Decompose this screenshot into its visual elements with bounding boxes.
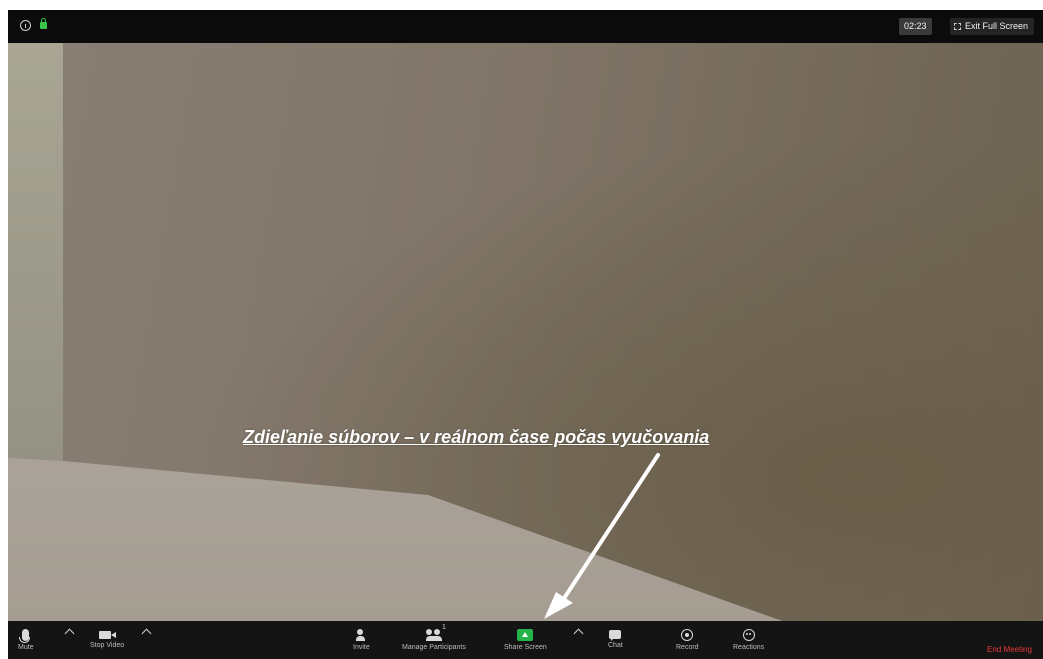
record-icon [681,629,694,641]
microphone-icon [19,629,31,643]
top-bar: 02:23 Exit Full Screen [8,10,1043,43]
end-meeting-button[interactable]: End Meeting [987,645,1032,654]
lock-icon[interactable] [40,18,47,29]
smiley-reaction-icon [742,629,755,641]
participant-count: 1 [442,624,446,631]
info-icon[interactable] [20,20,31,31]
exit-fullscreen-label: Exit Full Screen [965,21,1029,31]
stop-video-label: Stop Video [90,642,125,649]
mute-button[interactable]: Mute [18,623,34,651]
video-options-chevron-icon[interactable] [141,628,152,639]
record-label: Record [676,644,699,651]
record-button[interactable]: Record [676,623,699,651]
exit-fullscreen-button[interactable]: Exit Full Screen [950,18,1035,35]
manage-participants-button[interactable]: 1 Manage Participants [402,623,466,651]
exit-fullscreen-icon [954,23,961,30]
reactions-label: Reactions [733,644,765,651]
audio-options-chevron-icon[interactable] [64,628,75,639]
annotation-arrow [544,453,660,619]
share-screen-icon [517,629,534,641]
stop-video-button[interactable]: Stop Video [90,623,124,649]
invite-user-icon [356,629,366,641]
video-camera-icon [98,631,116,639]
video-feed: Zdieľanie súborov – v reálnom čase počas… [8,43,1043,621]
reactions-button[interactable]: Reactions [733,623,764,651]
invite-label: Invite [353,644,370,651]
meeting-toolbar: Mute Stop Video Invite 1 Manage Particip… [8,621,1043,659]
mute-label: Mute [18,644,34,651]
share-screen-button[interactable]: Share Screen [504,623,547,651]
invite-button[interactable]: Invite [353,623,370,651]
chat-button[interactable]: Chat [608,623,623,649]
chat-label: Chat [608,642,623,649]
meeting-timer: 02:23 [899,18,932,35]
share-screen-label: Share Screen [504,644,547,651]
zoom-meeting-window: 02:23 Exit Full Screen Zdieľanie súborov… [8,10,1043,659]
participants-icon [425,629,442,641]
manage-participants-label: Manage Participants [402,644,466,651]
share-options-chevron-icon[interactable] [573,628,584,639]
chat-bubble-icon [609,630,622,641]
